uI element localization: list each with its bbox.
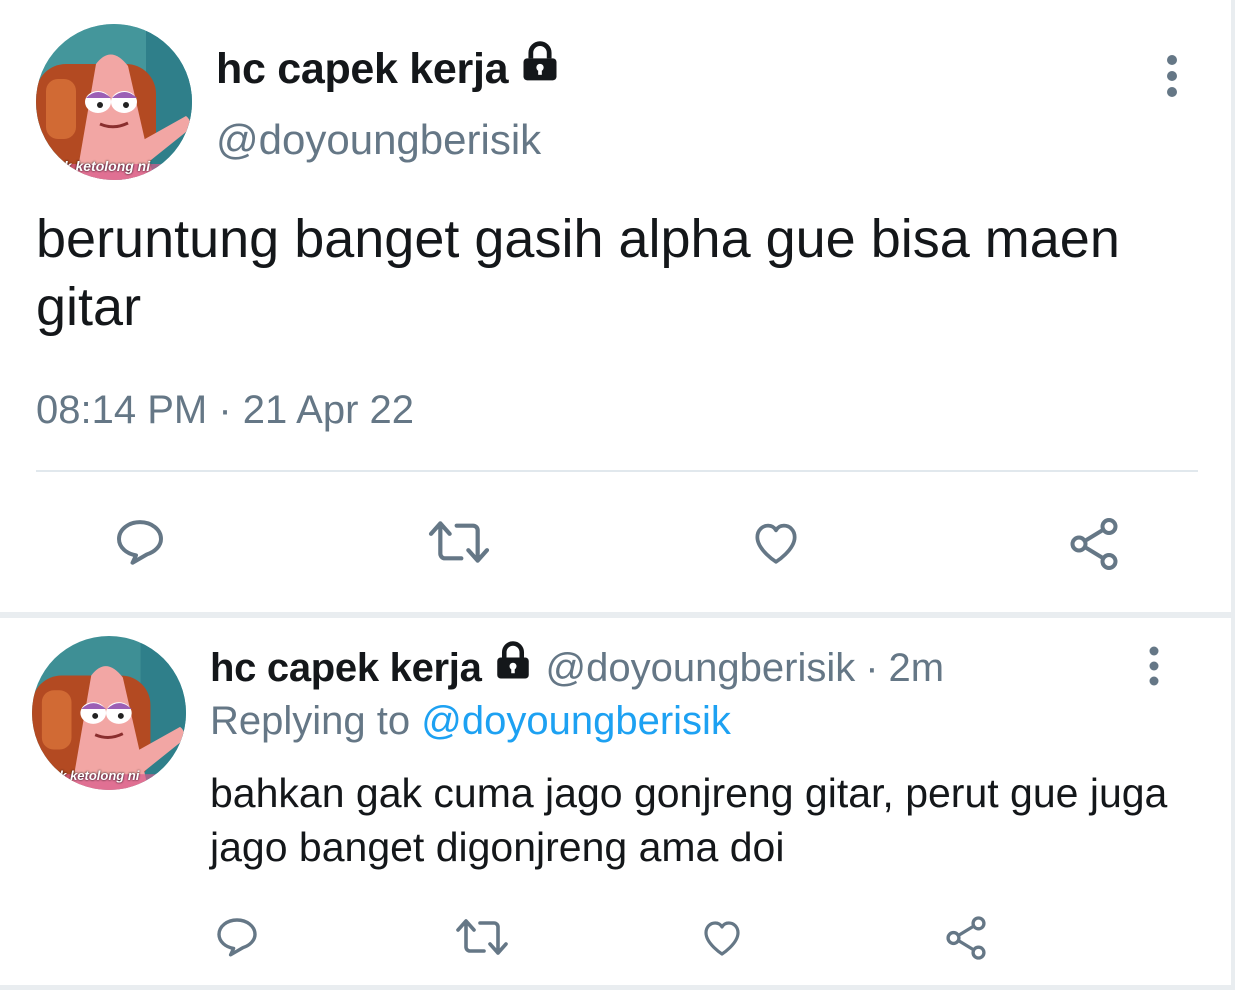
like-button[interactable] <box>696 912 748 962</box>
retweet-button[interactable] <box>424 512 494 572</box>
avatar-caption: ak ketolong ni <box>56 158 151 174</box>
reply-icon <box>217 918 257 957</box>
tweet-text: beruntung banget gasih alpha gue bisa ma… <box>36 209 1120 337</box>
display-name-text: hc capek kerja <box>216 45 509 93</box>
reply-icon <box>117 520 163 565</box>
section-divider <box>0 612 1235 618</box>
share-button[interactable] <box>940 912 992 964</box>
like-icon <box>755 523 797 564</box>
display-name[interactable]: hc capek kerja <box>216 40 562 98</box>
replying-to: Replying to @doyoungberisik <box>210 694 731 748</box>
avatar[interactable]: ak ketolong ni <box>36 24 192 180</box>
retweet-icon <box>428 521 490 563</box>
reply-display-name[interactable]: hc capek kerja <box>210 641 482 695</box>
replying-to-handle[interactable]: @doyoungberisik <box>421 699 731 743</box>
bottom-border <box>0 985 1235 990</box>
more-vertical-icon[interactable] <box>1136 644 1172 688</box>
lock-icon <box>518 40 562 98</box>
retweet-icon <box>456 919 508 955</box>
user-handle[interactable]: @doyoungberisik <box>216 112 541 168</box>
replying-to-label: Replying to <box>210 699 411 743</box>
dot-separator: · <box>865 646 879 690</box>
reply-button[interactable] <box>110 512 170 572</box>
divider <box>36 470 1198 472</box>
reply-text: bahkan gak cuma jago gonjreng gitar, per… <box>210 770 1168 870</box>
right-border <box>1231 0 1235 990</box>
reply-avatar[interactable]: ak ketolong ni <box>32 636 186 790</box>
lock-icon <box>492 640 534 696</box>
reply-button[interactable] <box>212 912 262 962</box>
reply-header: hc capek kerja @doyoungberisik · 2m <box>210 640 944 696</box>
reply-handle[interactable]: @doyoungberisik <box>546 641 856 695</box>
like-icon <box>704 921 740 956</box>
tweet-timestamp[interactable]: 08:14 PM · 21 Apr 22 <box>36 384 414 436</box>
share-icon <box>946 916 986 960</box>
share-button[interactable] <box>1062 512 1126 576</box>
more-vertical-icon[interactable] <box>1152 52 1192 100</box>
share-icon <box>1070 518 1118 570</box>
retweet-button[interactable] <box>452 912 512 962</box>
reply-time[interactable]: 2m <box>889 641 945 695</box>
like-button[interactable] <box>744 512 808 572</box>
avatar-caption: ak ketolong ni <box>52 768 140 783</box>
